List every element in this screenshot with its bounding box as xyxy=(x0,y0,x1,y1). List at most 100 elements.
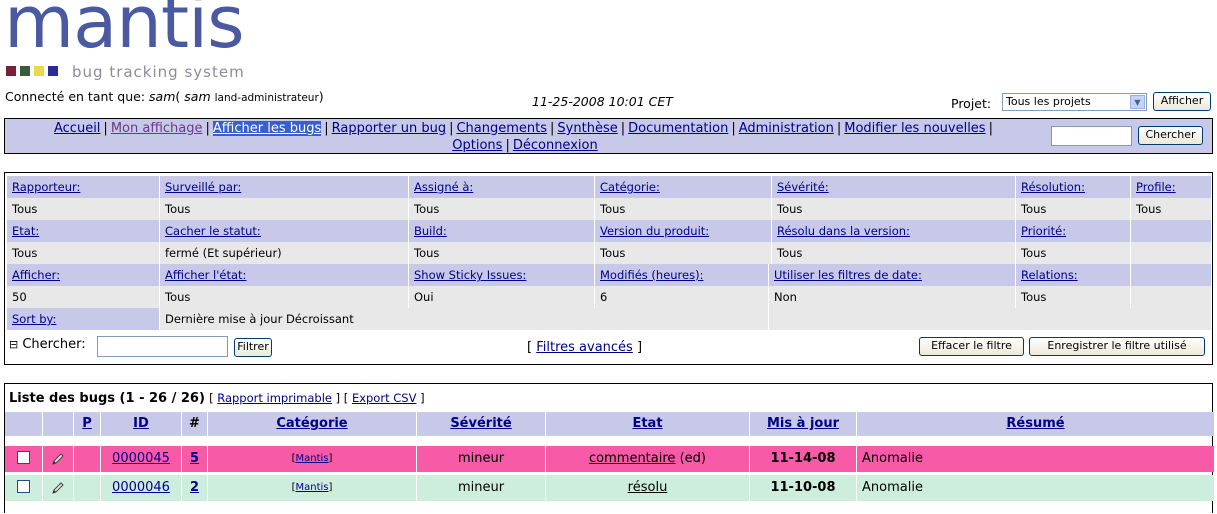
filter-value-build: Tous xyxy=(409,242,594,264)
row-category: [Mantis] xyxy=(291,453,333,464)
menu-changelog[interactable]: Changements xyxy=(456,121,547,136)
login-username: sam xyxy=(149,89,176,104)
col-updated: Mis à jour xyxy=(750,412,856,436)
filter-value-sort: Dernière mise à jour Décroissant xyxy=(160,308,768,330)
filter-value-monitored-by: Tous xyxy=(160,198,408,220)
column-divider xyxy=(856,412,857,514)
advanced-filters-link[interactable]: Filtres avancés xyxy=(536,340,633,355)
logo-square xyxy=(48,66,58,76)
menu-documentation[interactable]: Documentation xyxy=(628,121,728,136)
project-select[interactable]: Tous les projets ▼ xyxy=(1002,93,1147,111)
row-checkbox[interactable] xyxy=(5,475,42,501)
col-severity: Sévérité xyxy=(417,412,545,436)
project-label: Projet: xyxy=(951,96,992,111)
menu-edit-news[interactable]: Modifier les nouvelles xyxy=(844,121,985,136)
bug-list: Liste des bugs (1 - 26 / 26) [ Rapport i… xyxy=(4,383,1214,514)
menu-report-bug[interactable]: Rapporter un bug xyxy=(332,121,446,136)
filter-header-category: Catégorie: xyxy=(595,176,771,198)
column-divider xyxy=(42,412,43,514)
logo-squares xyxy=(6,66,58,76)
filter-value-resolution: Tous xyxy=(1016,198,1130,220)
filter-value-fixed-in-version: Tous xyxy=(772,242,1015,264)
project-selected-value: Tous les projets xyxy=(1006,95,1091,108)
row-status: résolu xyxy=(627,480,668,495)
filter-header-view-state: Afficher l'état: xyxy=(160,264,408,286)
clear-filter-button[interactable]: Effacer le filtre xyxy=(919,337,1024,356)
column-divider xyxy=(73,412,74,514)
filter-value-empty xyxy=(1131,286,1211,308)
col-category: Catégorie xyxy=(208,412,416,436)
row-status: commentaire (ed) xyxy=(589,451,706,466)
filter-value-reporter: Tous xyxy=(7,198,159,220)
filter-value-date-filters: Non xyxy=(769,286,1015,308)
save-filter-button[interactable]: Enregistrer le filtre utilisé xyxy=(1029,337,1205,356)
pencil-icon[interactable] xyxy=(43,475,73,501)
row-id: 0000046 xyxy=(112,480,170,495)
row-notes: 2 xyxy=(189,480,200,495)
table-row: 0000046 2 [Mantis] mineur résolu 11-10-0… xyxy=(5,475,1214,501)
filter-value-sticky: Oui xyxy=(409,286,594,308)
row-updated: 11-14-08 xyxy=(770,451,836,466)
login-prefix: Connecté en tant que: xyxy=(5,89,146,104)
row-checkbox[interactable] xyxy=(5,446,42,472)
csv-export-link[interactable]: Export CSV xyxy=(352,391,417,405)
column-divider xyxy=(545,412,546,514)
current-datetime: 11-25-2008 10:01 CET xyxy=(532,94,673,109)
filter-header-severity: Sévérité: xyxy=(772,176,1015,198)
filter-header-profile: Profile: xyxy=(1131,176,1211,198)
menu-home[interactable]: Accueil xyxy=(54,121,100,136)
filter-value-view-state: Tous xyxy=(160,286,408,308)
filter-value-priority: Tous xyxy=(1016,242,1130,264)
bug-search-button[interactable]: Chercher xyxy=(1138,126,1203,145)
logo-square xyxy=(20,66,30,76)
bug-search-input[interactable] xyxy=(1051,126,1132,146)
mantis-logo: mantis bug tracking system xyxy=(4,0,264,84)
filter-header-reporter: Rapporteur: xyxy=(7,176,159,198)
filter-value-profile: Tous xyxy=(1131,198,1211,220)
filter-sort-empty xyxy=(769,308,1211,330)
chevron-down-icon[interactable]: ▼ xyxy=(1130,95,1145,109)
menu-administration[interactable]: Administration xyxy=(739,121,834,136)
filter-header-fixed-in-version: Résolu dans la version: xyxy=(772,220,1015,242)
filter-header-show: Afficher: xyxy=(7,264,159,286)
filter-search-input[interactable] xyxy=(97,336,228,357)
menu-view-bugs[interactable]: Afficher les bugs xyxy=(212,121,322,136)
print-report-link[interactable]: Rapport imprimable xyxy=(217,391,332,405)
filter-panel: Rapporteur: Surveillé par: Assigné à: Ca… xyxy=(4,172,1213,365)
row-id: 0000045 xyxy=(112,451,170,466)
row-updated: 11-10-08 xyxy=(770,480,836,495)
filter-button[interactable]: Filtrer xyxy=(234,338,272,357)
row-category: [Mantis] xyxy=(291,482,333,493)
row-priority xyxy=(74,475,100,501)
advanced-filters: [ Filtres avancés ] xyxy=(527,340,643,355)
col-checkbox xyxy=(5,412,42,436)
main-menu: Accueil | Mon affichage | Afficher les bugs |… xyxy=(4,118,1213,154)
row-notes: 5 xyxy=(189,451,200,466)
column-divider xyxy=(207,412,208,514)
logo-square xyxy=(34,66,44,76)
menu-options[interactable]: Options xyxy=(452,138,502,153)
filter-header-resolution: Résolution: xyxy=(1016,176,1130,198)
pencil-icon[interactable] xyxy=(43,446,73,472)
col-notes: # xyxy=(182,412,207,436)
menu-my-view[interactable]: Mon affichage xyxy=(111,121,203,136)
collapse-icon[interactable]: ⊟ xyxy=(9,338,18,351)
filter-header-status: Etat: xyxy=(7,220,159,242)
filter-header-assigned-to: Assigné à: xyxy=(409,176,594,198)
col-id: ID xyxy=(101,412,181,436)
filter-header-hide-status: Cacher le statut: xyxy=(160,220,408,242)
column-divider xyxy=(100,412,101,514)
row-severity: mineur xyxy=(457,451,505,466)
menu-logout[interactable]: Déconnexion xyxy=(513,138,598,153)
login-info: Connecté en tant que: sam( sam land-admi… xyxy=(5,89,324,104)
column-divider xyxy=(416,412,417,514)
filter-value-status: Tous xyxy=(7,242,159,264)
project-show-button[interactable]: Afficher xyxy=(1153,92,1211,111)
bug-list-title: Liste des bugs (1 - 26 / 26) [ Rapport i… xyxy=(9,391,425,406)
filter-header-priority: Priorité: xyxy=(1016,220,1130,242)
col-status: Etat xyxy=(546,412,749,436)
filter-header-empty xyxy=(1131,264,1211,286)
column-divider xyxy=(181,412,182,514)
menu-summary[interactable]: Synthèse xyxy=(557,121,617,136)
filter-header-sort: Sort by: xyxy=(7,308,159,330)
